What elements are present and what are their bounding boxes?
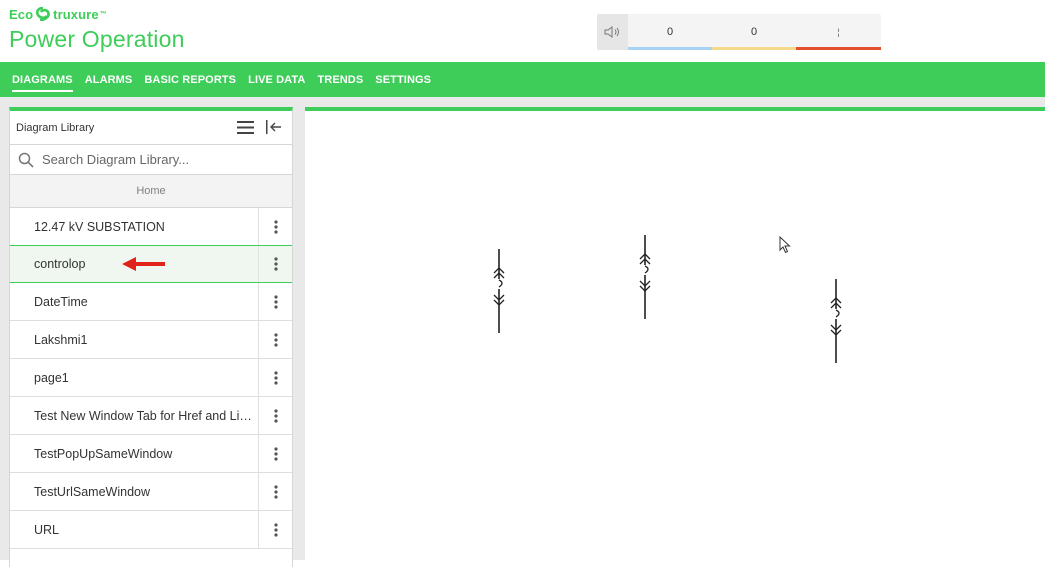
vertical-ellipsis-icon	[273, 484, 278, 499]
alarm-count-high-value: ¦	[837, 27, 840, 37]
red-arrow-annotation-icon	[122, 257, 165, 271]
hamburger-icon[interactable]	[237, 121, 254, 134]
vertical-ellipsis-icon	[273, 522, 278, 537]
brand-eco-suffix: truxure	[53, 6, 99, 22]
vertical-ellipsis-icon	[273, 408, 278, 423]
breaker-symbol-icon[interactable]	[488, 249, 510, 333]
diagram-search-box	[10, 145, 292, 175]
product-title: Power Operation	[9, 26, 185, 52]
list-item[interactable]: page1	[10, 359, 292, 397]
item-options-button[interactable]	[258, 435, 292, 472]
list-item[interactable]: TestUrlSameWindow	[10, 473, 292, 511]
diagram-library-panel: Diagram Library Home 12.47 kV SUBSTATION…	[9, 107, 293, 567]
diagram-search-input[interactable]	[42, 152, 272, 167]
diagram-item-label: URL	[34, 522, 60, 537]
diagram-item-label: TestUrlSameWindow	[34, 484, 151, 499]
nav-alarms[interactable]: ALARMS	[85, 62, 133, 97]
diagram-canvas[interactable]	[305, 107, 1045, 567]
nav-basic-reports[interactable]: BASIC REPORTS	[144, 62, 236, 97]
vertical-ellipsis-icon	[273, 294, 278, 309]
brand-trademark: ™	[99, 10, 107, 18]
alarm-medium-indicator	[712, 47, 796, 50]
ecostruxure-logo-icon	[36, 7, 50, 21]
nav-trends[interactable]: TRENDS	[317, 62, 363, 97]
diagram-list: 12.47 kV SUBSTATION controlop DateTime L…	[10, 208, 292, 549]
speaker-icon	[604, 26, 619, 38]
ecostruxure-wordmark: Eco truxure ™	[9, 6, 185, 22]
diagram-library-header: Diagram Library	[10, 111, 292, 145]
app-header: Eco truxure ™ Power Operation 0 0 ¦	[0, 0, 1045, 62]
diagram-library-title: Diagram Library	[16, 121, 95, 134]
brand-logo: Eco truxure ™ Power Operation	[9, 6, 185, 53]
alarm-count-low[interactable]: 0	[628, 14, 712, 50]
item-options-button[interactable]	[258, 321, 292, 358]
diagram-item-label: DateTime	[34, 294, 88, 309]
vertical-ellipsis-icon	[273, 370, 278, 385]
vertical-ellipsis-icon	[273, 332, 278, 347]
mute-alarm-button[interactable]	[597, 14, 628, 50]
alarm-summary-bar: 0 0 ¦	[597, 14, 881, 50]
breaker-symbol-icon[interactable]	[825, 279, 847, 363]
mouse-cursor-icon	[779, 236, 791, 254]
item-options-button[interactable]	[258, 473, 292, 510]
list-item[interactable]: URL	[10, 511, 292, 549]
alarm-count-low-value: 0	[666, 26, 674, 38]
diagram-item-label: TestPopUpSameWindow	[34, 446, 173, 461]
alarm-high-indicator	[796, 47, 881, 50]
alarm-count-high[interactable]: ¦	[796, 14, 881, 50]
list-item[interactable]: Test New Window Tab for Href and Links	[10, 397, 292, 435]
alarm-count-medium[interactable]: 0	[712, 14, 796, 50]
diagram-item-label: 12.47 kV SUBSTATION	[34, 219, 165, 234]
diagram-item-label: page1	[34, 370, 69, 385]
vertical-ellipsis-icon	[273, 257, 278, 271]
diagram-item-label: Test New Window Tab for Href and Links	[34, 408, 258, 423]
nav-settings[interactable]: SETTINGS	[375, 62, 431, 97]
nav-live-data[interactable]: LIVE DATA	[248, 62, 305, 97]
breadcrumb-home[interactable]: Home	[10, 175, 292, 208]
list-item-selected[interactable]: controlop	[10, 245, 292, 283]
search-icon	[18, 152, 34, 168]
list-item[interactable]: Lakshmi1	[10, 321, 292, 359]
brand-eco-prefix: Eco	[9, 6, 34, 22]
vertical-ellipsis-icon	[273, 446, 278, 461]
alarm-count-medium-value: 0	[750, 26, 758, 38]
item-options-button[interactable]	[258, 283, 292, 320]
item-options-button[interactable]	[258, 208, 292, 245]
diagram-item-label: Lakshmi1	[34, 332, 88, 347]
main-nav: DIAGRAMS ALARMS BASIC REPORTS LIVE DATA …	[0, 62, 1045, 97]
alarm-low-indicator	[628, 47, 712, 50]
nav-diagrams[interactable]: DIAGRAMS	[12, 62, 73, 97]
item-options-button[interactable]	[258, 397, 292, 434]
list-item[interactable]: TestPopUpSameWindow	[10, 435, 292, 473]
breaker-symbol-icon[interactable]	[634, 235, 656, 319]
item-options-button[interactable]	[258, 246, 292, 282]
item-options-button[interactable]	[258, 511, 292, 548]
item-options-button[interactable]	[258, 359, 292, 396]
list-item[interactable]: DateTime	[10, 283, 292, 321]
list-item[interactable]: 12.47 kV SUBSTATION	[10, 208, 292, 246]
collapse-left-icon[interactable]	[266, 120, 282, 134]
vertical-ellipsis-icon	[273, 219, 278, 234]
